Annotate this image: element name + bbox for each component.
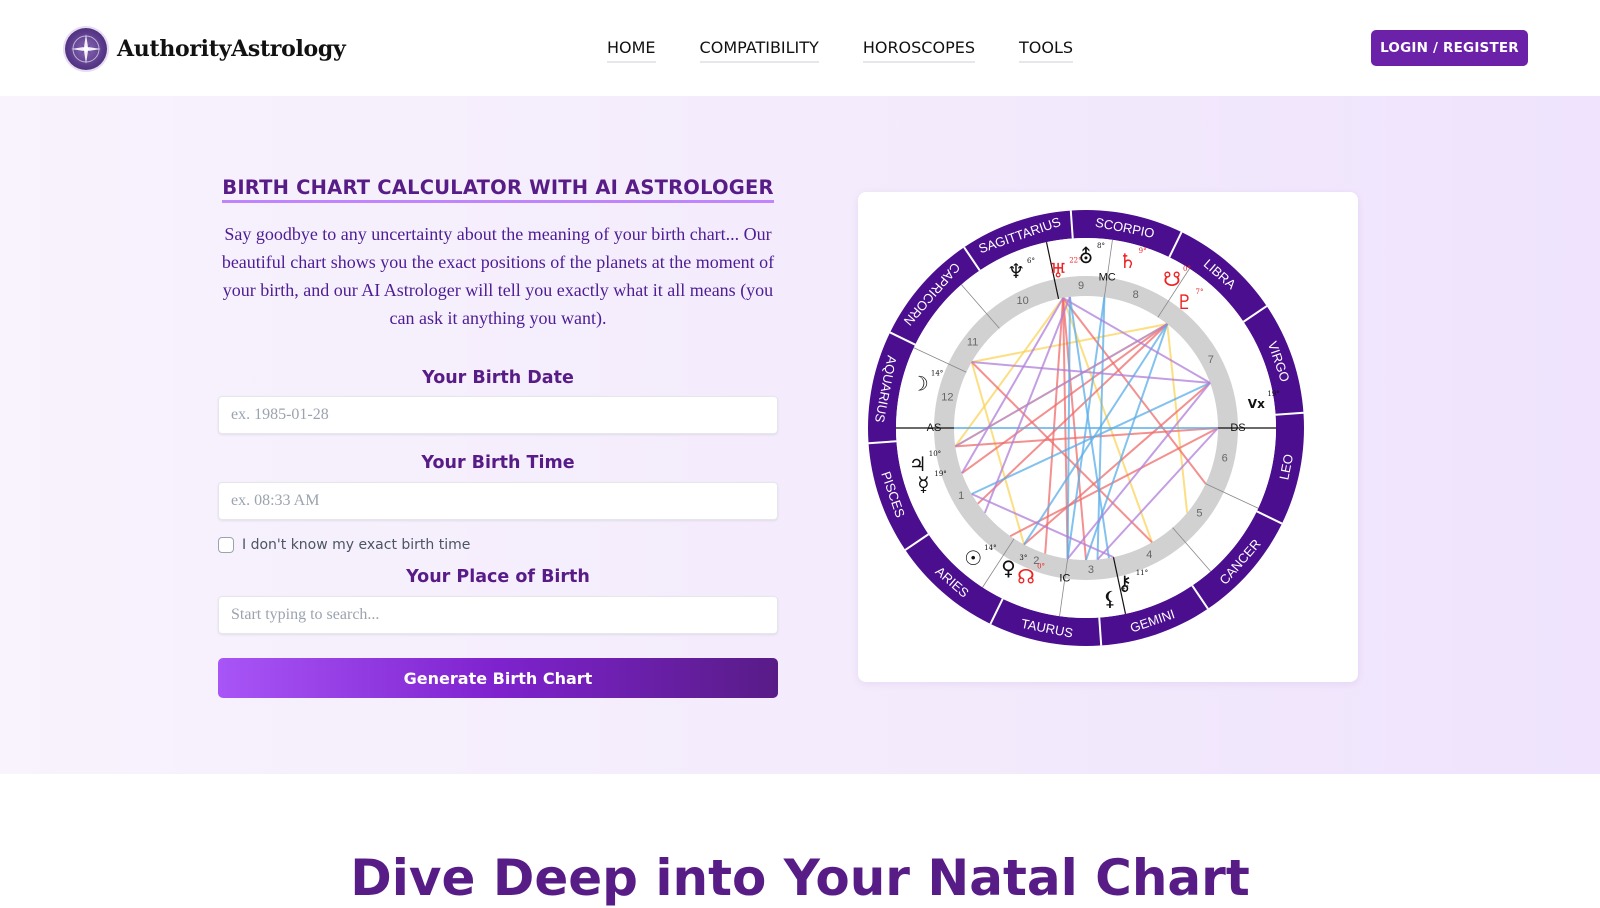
birth-chart-card: SAGITTARIUS SCORPIO LIBRA VIRGO LEO CANCER GEM… [858,192,1358,682]
moon-glyph: ☽ [911,371,929,395]
unknown-time-checkbox[interactable] [218,537,234,553]
hero-section: BIRTH CHART CALCULATOR WITH AI ASTROLOGE… [0,96,1600,774]
south-node-glyph: ☋ [1163,267,1181,291]
mercury-glyph: ☿ [917,472,929,496]
nav-tools[interactable]: TOOLS [1018,38,1074,63]
house-number: 1 [958,490,964,502]
south-node-degree: 0° [1183,265,1191,273]
house-number: 11 [967,337,978,349]
nav-compatibility[interactable]: COMPATIBILITY [699,38,819,63]
main-nav: HOME COMPATIBILITY HOROSCOPES TOOLS [607,38,1074,63]
pluto-glyph: ♇ [1176,290,1194,314]
login-register-button[interactable]: LOGIN / REGISTER [1371,30,1528,66]
house-number: 12 [941,391,953,403]
north-node-degree: 0° [1037,562,1045,570]
uranus-alt-degree: 8° [1097,242,1105,250]
nav-horoscopes[interactable]: HOROSCOPES [862,38,975,63]
neptune-glyph: ♆ [1007,259,1025,283]
venus-degree: 3° [1019,554,1027,562]
house-number: 10 [1017,295,1029,307]
pluto-degree: 7° [1196,288,1204,296]
chiron-degree: 11° [1136,569,1148,577]
lilith-glyph: ⚸ [1103,586,1118,610]
generate-birth-chart-button[interactable]: Generate Birth Chart [218,658,778,698]
angle-label-ds: DS [1230,422,1245,434]
north-node-glyph: ☊ [1017,564,1035,588]
house-number: 3 [1088,564,1094,576]
hero-title-text: BIRTH CHART CALCULATOR WITH AI ASTROLOGE… [222,176,774,203]
birth-date-label: Your Birth Date [422,368,574,388]
uranus-glyph: ♅ [1049,258,1067,282]
nav-home[interactable]: HOME [607,38,656,63]
unknown-time-label[interactable]: I don't know my exact birth time [242,537,470,553]
jupiter-degree: 10° [929,450,941,458]
section-title: Dive Deep into Your Natal Chart [350,849,1250,907]
unknown-time-row[interactable]: I don't know my exact birth time [218,537,470,553]
house-number: 4 [1146,549,1152,561]
vertex-degree: 19° [1267,390,1279,398]
angle-label-mc: MC [1099,271,1116,283]
angle-label-as: AS [927,422,942,434]
house-number: 7 [1208,354,1214,366]
saturn-glyph: ♄ [1119,249,1137,273]
sun-glyph: ☉ [964,546,982,570]
sun-degree: 14° [984,544,996,552]
birth-place-input[interactable] [218,596,778,634]
neptune-degree: 6° [1027,257,1035,265]
mercury-degree: 19° [934,470,946,478]
uranus-alt-glyph: ⛢ [1079,244,1094,268]
venus-glyph: ♀ [1001,556,1016,580]
birth-chart-wheel: SAGITTARIUS SCORPIOLIBRAVIRGOLEOCANCERGEM… [868,210,1304,647]
house-number: 9 [1078,280,1084,292]
logo-text: AuthorityAstrology [117,36,346,62]
house-number: 5 [1196,507,1202,519]
house-number: 6 [1222,453,1228,465]
birth-place-label: Your Place of Birth [406,567,590,587]
saturn-degree: 9° [1139,247,1147,255]
hero-title: BIRTH CHART CALCULATOR WITH AI ASTROLOGE… [218,176,778,203]
birth-date-input[interactable] [218,396,778,434]
logo[interactable]: AuthorityAstrology [65,28,346,70]
birth-time-label: Your Birth Time [421,453,575,473]
moon-degree: 14° [931,369,943,377]
house-number: 8 [1133,289,1139,301]
vertex-glyph: Vx [1248,397,1265,411]
birth-time-input[interactable] [218,482,778,520]
chiron-glyph: ⚷ [1117,571,1132,595]
angle-label-ic: IC [1059,573,1070,585]
site-header: AuthorityAstrology HOME COMPATIBILITY HO… [0,0,1600,96]
hero-description: Say goodbye to any uncertainty about the… [221,224,775,328]
compass-star-icon [65,28,107,70]
